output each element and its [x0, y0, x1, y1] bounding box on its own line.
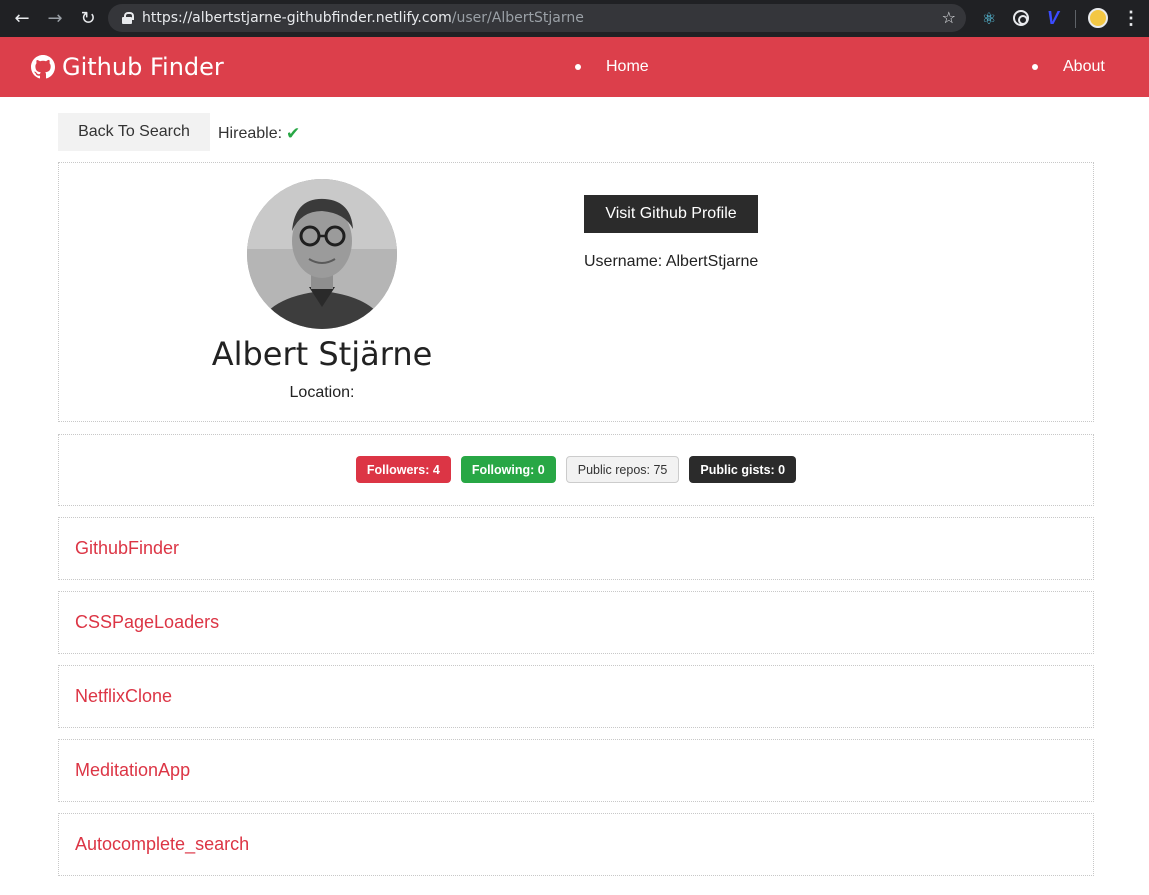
hireable-label: Hireable:	[218, 125, 283, 142]
username-text: Username: AlbertStjarne	[584, 253, 759, 270]
repo-link[interactable]: CSSPageLoaders	[75, 612, 219, 633]
vue-extension-icon[interactable]: V	[1042, 7, 1064, 29]
stats-badges: Followers: 4 Following: 0 Public repos: …	[59, 456, 1093, 483]
avatar-photo	[247, 179, 397, 329]
stats-card: Followers: 4 Following: 0 Public repos: …	[58, 434, 1094, 506]
repo-link[interactable]: GithubFinder	[75, 538, 179, 559]
brand[interactable]: Github Finder	[31, 53, 224, 81]
app-navbar: Github Finder Home About	[0, 37, 1149, 97]
repo-item: Autocomplete_search	[58, 813, 1094, 876]
public-gists-badge: Public gists: 0	[689, 456, 797, 483]
user-location: Location:	[289, 384, 355, 401]
public-repos-badge: Public repos: 75	[565, 456, 680, 483]
check-icon: ✔	[286, 124, 301, 144]
toolbar-divider	[1075, 10, 1076, 28]
nav-home[interactable]: Home	[575, 58, 649, 76]
repo-item: NetflixClone	[58, 665, 1094, 728]
forward-arrow-icon[interactable]: →	[40, 4, 70, 34]
followers-badge: Followers: 4	[355, 456, 451, 483]
extension-target-icon[interactable]	[1010, 7, 1032, 29]
lock-icon	[122, 12, 134, 24]
nav-home-label: Home	[606, 58, 649, 75]
repo-link[interactable]: MeditationApp	[75, 760, 190, 781]
nav-about-label: About	[1063, 58, 1105, 75]
react-devtools-icon[interactable]: ⚛	[978, 7, 1000, 29]
reload-icon[interactable]: ↻	[73, 4, 103, 34]
repo-link[interactable]: NetflixClone	[75, 686, 172, 707]
back-to-search-button[interactable]: Back To Search	[58, 113, 210, 151]
repo-item: CSSPageLoaders	[58, 591, 1094, 654]
repo-item: MeditationApp	[58, 739, 1094, 802]
visit-github-profile-button[interactable]: Visit Github Profile	[584, 195, 758, 233]
user-name: Albert Stjärne	[211, 335, 433, 373]
github-icon	[31, 55, 55, 79]
more-menu-icon[interactable]: ⋮	[1120, 7, 1142, 29]
bullet-icon	[1032, 64, 1038, 70]
profile-card: Albert Stjärne Location: Visit Github Pr…	[58, 162, 1094, 422]
bookmark-star-icon[interactable]: ☆	[942, 8, 956, 27]
hireable-status: Hireable: ✔	[218, 124, 300, 144]
repo-item: GithubFinder	[58, 517, 1094, 580]
nav-about[interactable]: About	[1032, 58, 1105, 76]
bullet-icon	[575, 64, 581, 70]
following-badge: Following: 0	[460, 456, 556, 483]
profile-avatar-icon[interactable]	[1087, 7, 1109, 29]
url-text: https://albertstjarne-githubfinder.netli…	[142, 10, 584, 26]
back-arrow-icon[interactable]: ←	[7, 4, 37, 34]
browser-toolbar: ← → ↻ https://albertstjarne-githubfinder…	[0, 0, 1149, 37]
address-bar[interactable]: https://albertstjarne-githubfinder.netli…	[108, 4, 966, 32]
brand-title: Github Finder	[62, 53, 224, 81]
repo-link[interactable]: Autocomplete_search	[75, 834, 249, 855]
avatar	[247, 179, 397, 329]
